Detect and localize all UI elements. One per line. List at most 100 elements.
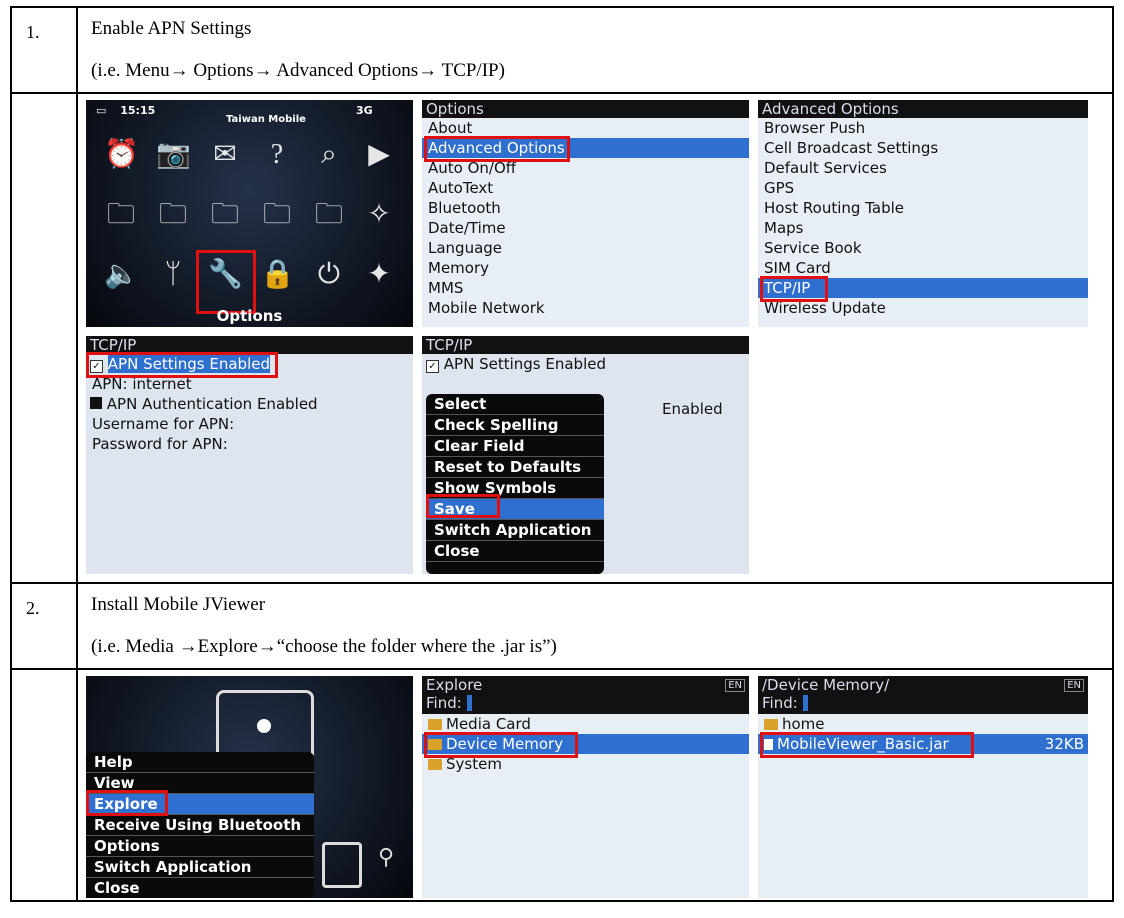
menu-item[interactable]: MMS [422,278,749,298]
highlight-box [424,136,570,162]
highlight-box [86,352,278,378]
menu-item[interactable]: Close [86,878,314,898]
highlight-box [196,250,256,314]
device-memory-screen-shot: /Device Memory/ Find: EN home MobileView… [758,676,1088,898]
highlight-box [86,790,168,816]
selected-app-label: Options [216,307,283,325]
media-menu-shot: ⚲ Help View Explore Receive Using Blueto… [86,676,413,898]
picture-icon [322,842,362,888]
settings-folder-icon[interactable]: 🗀 [312,198,346,232]
advanced-options-screen-shot: Advanced Options Browser Push Cell Broad… [758,100,1088,327]
step-number: 2. [10,582,78,670]
folder-row[interactable]: Media Card [422,714,749,734]
find-input-cursor[interactable] [802,695,808,711]
find-label: Find: [426,694,462,712]
menu-item[interactable]: Service Book [758,238,1088,258]
menu-item[interactable]: Maps [758,218,1088,238]
password-field[interactable]: Password for APN: [86,434,413,454]
game-folder-icon[interactable]: 🗀 [208,198,242,232]
menu-item[interactable]: SIM Card [758,258,1088,278]
screen-title: Explore [426,676,483,694]
folder-icon [428,719,442,730]
instruction-table: 1. Enable APN Settings (i.e. Menu→ Optio… [10,6,1114,902]
apn-auth-label: APN Authentication Enabled [106,395,318,413]
menu-item[interactable]: Clear Field [426,436,604,457]
folder-row[interactable]: home [758,714,1088,734]
background-text: Enabled [662,400,723,418]
step-title: Install Mobile JViewer [91,594,266,615]
lock-icon[interactable]: 🔒 [260,258,295,292]
folder-icon[interactable]: 🗀 [156,198,190,232]
step-path: (i.e. Media →Explore→“choose the folder … [91,636,557,657]
username-field[interactable]: Username for APN: [86,414,413,434]
context-menu: Select Check Spelling Clear Field Reset … [426,394,604,574]
menu-item[interactable]: GPS [758,178,1088,198]
folder-icon [428,759,442,770]
highlight-box [424,732,578,758]
menu-item[interactable]: AutoText [422,178,749,198]
step1-screenshots: ▭ 15:15 Taiwan Mobile 3G ⏰ 📷 ✉ ? ⌕ ▶ 🗀 🗀… [78,94,1112,580]
menu-item[interactable]: Mobile Network [422,298,749,318]
menu-item[interactable]: Language [422,238,749,258]
step-number: 1. [10,6,78,94]
find-input-cursor[interactable] [466,695,472,711]
home-screen-shot: ▭ 15:15 Taiwan Mobile 3G ⏰ 📷 ✉ ? ⌕ ▶ 🗀 🗀… [86,100,413,327]
highlight-box [760,276,828,302]
menu-item[interactable]: Reset to Defaults [426,457,604,478]
tcpip-menu-screen-shot: TCP/IP ✓ APN Settings Enabled Enabled Se… [422,336,749,574]
step2-screenshots: ⚲ Help View Explore Receive Using Blueto… [78,670,1112,898]
voice-icon[interactable]: 🔈 [104,258,139,292]
menu-item[interactable]: Bluetooth [422,198,749,218]
folder-icon [764,719,778,730]
options-screen-shot: Options About Advanced Options Auto On/O… [422,100,749,327]
menu-item[interactable]: Options [86,836,314,857]
menu-item[interactable]: Switch Application [86,857,314,878]
explore-screen-shot: Explore Find: EN Media Card Device Memor… [422,676,749,898]
highlight-box [426,494,500,518]
checkbox-unchecked-icon[interactable] [90,397,102,409]
carrier-text: Taiwan Mobile [226,114,306,125]
screen-title: Advanced Options [758,100,1088,118]
clock-text: 15:15 [120,104,156,117]
menu-item[interactable]: Help [86,752,314,773]
apn-enabled-label: APN Settings Enabled [443,355,606,373]
menu-item[interactable]: Default Services [758,158,1088,178]
screen-title: Options [422,100,749,118]
menu-item[interactable]: Host Routing Table [758,198,1088,218]
tcpip-screen-shot: TCP/IP ✓ APN Settings Enabled APN: inter… [86,336,413,574]
language-indicator: EN [725,679,745,692]
menu-item[interactable]: Check Spelling [426,415,604,436]
help-icon[interactable]: ? [260,138,294,172]
menu-item[interactable]: Receive Using Bluetooth [86,815,314,836]
folder-icon[interactable]: 🗀 [104,198,138,232]
power-icon[interactable]: ⏻ [312,258,346,292]
menu-item[interactable]: About [422,118,749,138]
language-indicator: EN [1064,679,1084,692]
edit-folder-icon[interactable]: 🗀 [260,198,294,232]
menu-item[interactable]: Date/Time [422,218,749,238]
microphone-icon: ⚲ [378,844,395,869]
menu-item[interactable]: Cell Broadcast Settings [758,138,1088,158]
media-play-icon[interactable]: ▶ [362,138,396,172]
setup-wizard-icon[interactable]: ✧ [362,198,396,232]
menu-item[interactable]: Switch Application [426,520,604,541]
alarm-clock-icon[interactable]: ⏰ [104,138,139,172]
camera-icon[interactable]: 📷 [156,138,191,172]
network-text: 3G [356,104,373,117]
screen-title: TCP/IP [422,336,749,354]
menu-item[interactable]: Select [426,394,604,415]
screen-title: /Device Memory/ [762,676,890,694]
context-menu: Help View Explore Receive Using Bluetoot… [86,752,314,898]
battery-icon: ▭ [96,104,107,117]
step-path: (i.e. Menu→ Options→ Advanced Options→ T… [91,60,505,81]
messages-icon[interactable]: ✉ [208,138,242,172]
search-icon[interactable]: ⌕ [312,138,346,172]
menu-item[interactable]: Close [426,541,604,562]
highlight-box [760,732,974,758]
menu-item[interactable]: Browser Push [758,118,1088,138]
step-title: Enable APN Settings [91,18,252,39]
wireless-icon[interactable]: ᛘ [156,258,190,292]
menu-item[interactable]: Memory [422,258,749,278]
checkbox-checked-icon[interactable]: ✓ [426,360,439,373]
more-icon[interactable]: ✦ [362,258,396,292]
